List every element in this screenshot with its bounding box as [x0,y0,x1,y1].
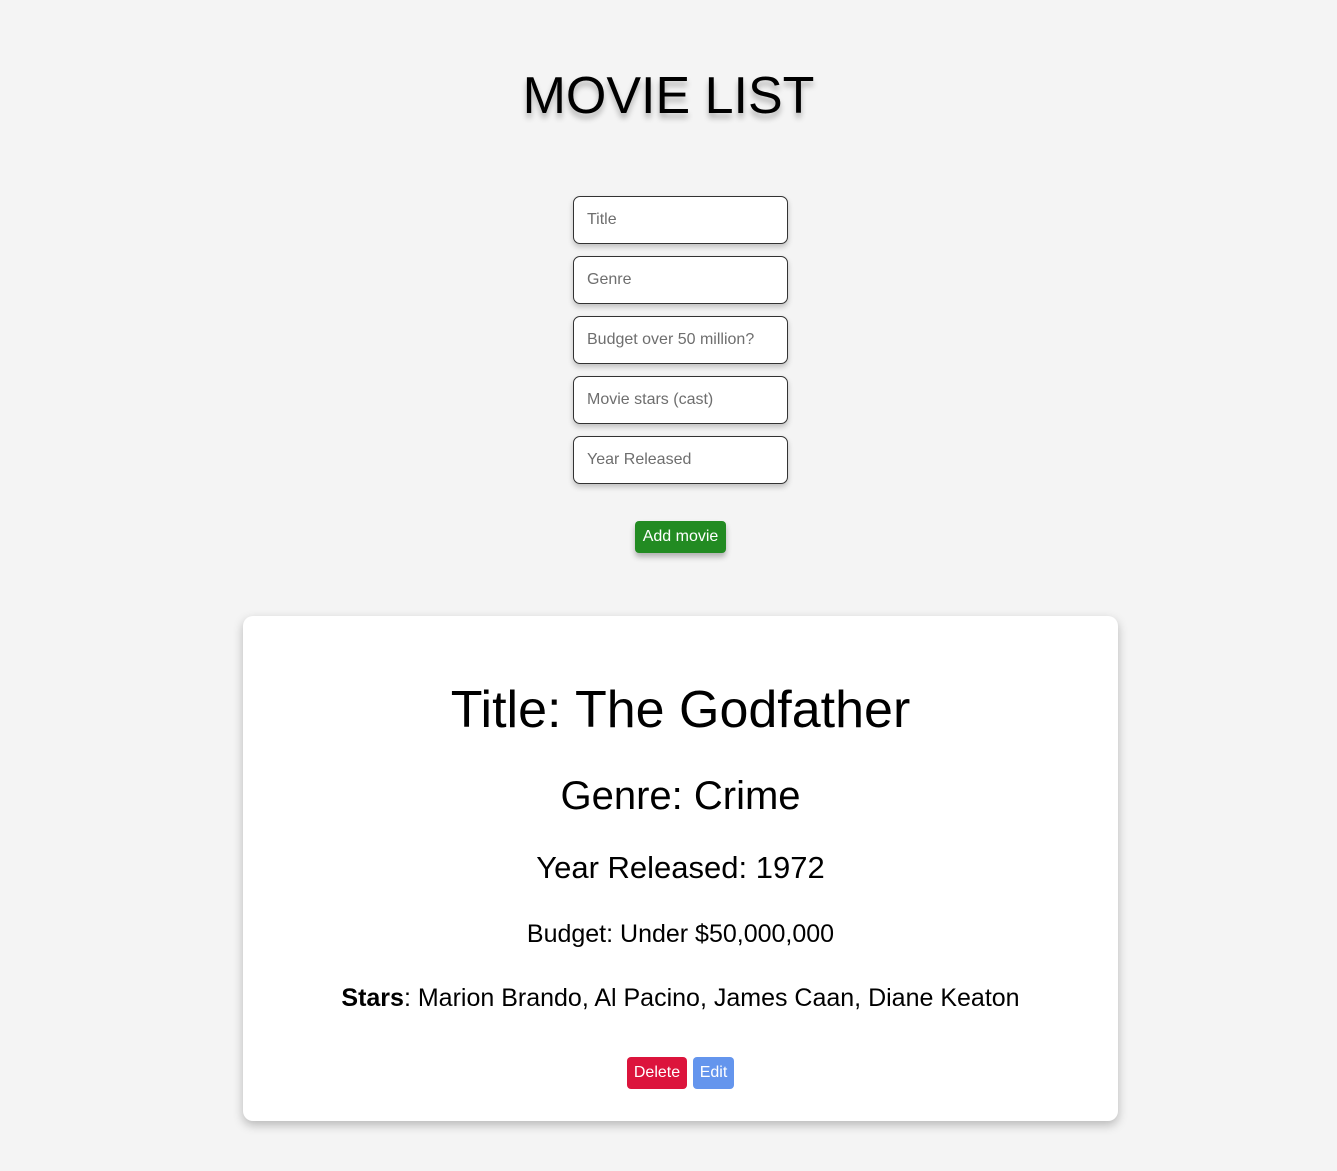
stars-label: Stars [341,984,404,1012]
movie-budget: Budget: Under $50,000,000 [526,920,835,948]
movie-stars: Stars: Marion Brando, Al Pacino, James C… [243,982,1118,1014]
stars-value: : Marion Brando, Al Pacino, James Caan, … [403,984,1020,1012]
genre-input[interactable] [573,256,788,304]
cast-input[interactable] [573,376,788,424]
add-movie-button[interactable]: Add movie [635,521,726,553]
movie-year: Year Released: 1972 [536,850,825,885]
movie-title: Title: The Godfather [450,681,911,739]
movie-actions: Delete Edit [243,1057,1118,1089]
budget-input[interactable] [573,316,788,364]
title-input[interactable] [573,196,788,244]
year-input[interactable] [573,436,788,484]
page-title: MOVIE LIST [522,67,815,125]
edit-button[interactable]: Edit [693,1057,734,1089]
add-movie-form [573,196,788,496]
delete-button[interactable]: Delete [627,1057,687,1089]
movie-genre: Genre: Crime [560,774,801,818]
movie-card: Title: The Godfather Genre: Crime Year R… [243,616,1118,1121]
